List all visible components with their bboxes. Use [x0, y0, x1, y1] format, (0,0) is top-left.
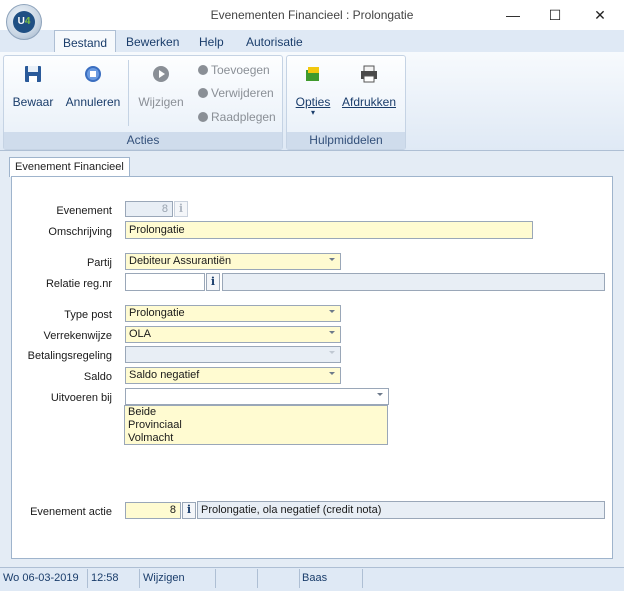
- app-logo-icon: U4: [13, 11, 35, 33]
- minimize-button[interactable]: —: [490, 0, 536, 30]
- printer-icon: [361, 65, 377, 83]
- evenement-actie-input[interactable]: 8: [125, 502, 181, 519]
- status-empty-1: [216, 569, 258, 588]
- uitvoeren-bij-select[interactable]: [125, 388, 389, 405]
- logo-text: U: [17, 16, 25, 27]
- type-post-label: Type post: [64, 309, 112, 321]
- opties-label: Opties: [295, 95, 331, 109]
- raadplegen-label: Raadplegen: [211, 110, 276, 124]
- annuleren-label: Annuleren: [65, 95, 121, 109]
- partij-select[interactable]: Debiteur Assurantiën: [125, 253, 341, 270]
- save-icon: [25, 66, 41, 82]
- tab-help[interactable]: Help: [193, 32, 230, 52]
- tab-evenement-financieel[interactable]: Evenement Financieel: [9, 157, 130, 177]
- status-user: Baas: [299, 569, 363, 588]
- betalingsregeling-label: Betalingsregeling: [27, 350, 112, 362]
- status-time: 12:58: [88, 569, 140, 588]
- toevoegen-button[interactable]: Toevoegen: [198, 63, 270, 77]
- group-hulpmiddelen-label: Hulpmiddelen: [287, 132, 405, 149]
- verwijderen-button[interactable]: Verwijderen: [198, 86, 274, 100]
- uitvoeren-bij-label: Uitvoeren bij: [50, 392, 112, 404]
- verwijderen-label: Verwijderen: [211, 86, 274, 100]
- betalingsregeling-select: [125, 346, 341, 363]
- tab-autorisatie[interactable]: Autorisatie: [240, 32, 309, 52]
- relatie-info-button[interactable]: i: [206, 273, 220, 291]
- evenement-info-icon: i: [174, 201, 188, 217]
- ribbon-separator: [128, 60, 129, 126]
- saldo-value: Saldo negatief: [129, 369, 200, 381]
- opties-dropdown-icon: ▾: [310, 108, 315, 117]
- saldo-label: Saldo: [83, 371, 112, 383]
- status-empty-2: [258, 569, 300, 588]
- relatie-input[interactable]: [125, 273, 205, 291]
- uitvoeren-bij-dropdown-list: Beide Provinciaal Volmacht: [124, 405, 388, 445]
- maximize-button[interactable]: ☐: [532, 0, 578, 30]
- evenement-actie-info-button[interactable]: i: [182, 502, 196, 519]
- evenement-label: Evenement: [56, 205, 112, 217]
- evenement-actie-label: Evenement actie: [30, 506, 112, 518]
- dropdown-option-provinciaal[interactable]: Provinciaal: [125, 419, 387, 432]
- evenement-actie-description: Prolongatie, ola negatief (credit nota): [197, 501, 605, 519]
- chevron-down-icon: [329, 372, 335, 375]
- play-icon: [153, 66, 169, 82]
- type-post-value: Prolongatie: [129, 307, 185, 319]
- view-icon: [198, 112, 208, 122]
- cancel-icon: [85, 66, 101, 82]
- add-icon: [198, 65, 208, 75]
- partij-value: Debiteur Assurantiën: [129, 255, 232, 267]
- chevron-down-icon: [329, 331, 335, 334]
- afdrukken-button[interactable]: Afdrukken: [340, 63, 398, 109]
- status-date: Wo 06-03-2019: [0, 569, 88, 588]
- saldo-select[interactable]: Saldo negatief: [125, 367, 341, 384]
- verrekenwijze-value: OLA: [129, 328, 152, 340]
- omschrijving-label: Omschrijving: [48, 226, 112, 238]
- dropdown-option-beide[interactable]: Beide: [125, 406, 387, 419]
- relatie-label: Relatie reg.nr: [45, 278, 112, 290]
- relatie-description: [222, 273, 605, 291]
- chevron-down-icon: [329, 310, 335, 313]
- wijzigen-label: Wijzigen: [138, 95, 184, 109]
- bewaar-label: Bewaar: [12, 95, 54, 109]
- app-logo-button[interactable]: U4: [6, 4, 42, 40]
- close-button[interactable]: ✕: [577, 0, 623, 30]
- status-mode: Wijzigen: [140, 569, 216, 588]
- delete-icon: [198, 88, 208, 98]
- annuleren-button[interactable]: Annuleren: [63, 63, 123, 109]
- verrekenwijze-select[interactable]: OLA: [125, 326, 341, 343]
- evenement-field: 8: [125, 201, 173, 217]
- opties-button[interactable]: Opties ▾: [292, 63, 334, 117]
- omschrijving-input[interactable]: Prolongatie: [125, 221, 533, 239]
- tab-bewerken[interactable]: Bewerken: [120, 32, 185, 52]
- tab-bestand[interactable]: Bestand: [54, 30, 117, 54]
- verrekenwijze-label: Verrekenwijze: [43, 330, 112, 342]
- group-acties-label: Acties: [4, 132, 282, 149]
- chevron-down-icon: [329, 351, 335, 354]
- options-icon: [306, 67, 319, 81]
- type-post-select[interactable]: Prolongatie: [125, 305, 341, 322]
- afdrukken-label: Afdrukken: [341, 95, 397, 109]
- chevron-down-icon: [329, 258, 335, 261]
- toevoegen-label: Toevoegen: [211, 63, 270, 77]
- raadplegen-button[interactable]: Raadplegen: [198, 110, 276, 124]
- dropdown-option-volmacht[interactable]: Volmacht: [125, 432, 387, 445]
- partij-label: Partij: [86, 257, 112, 269]
- logo-accent: 4: [24, 16, 31, 27]
- chevron-down-icon: [377, 393, 383, 396]
- bewaar-button[interactable]: Bewaar: [10, 63, 56, 109]
- wijzigen-button[interactable]: Wijzigen: [135, 63, 187, 109]
